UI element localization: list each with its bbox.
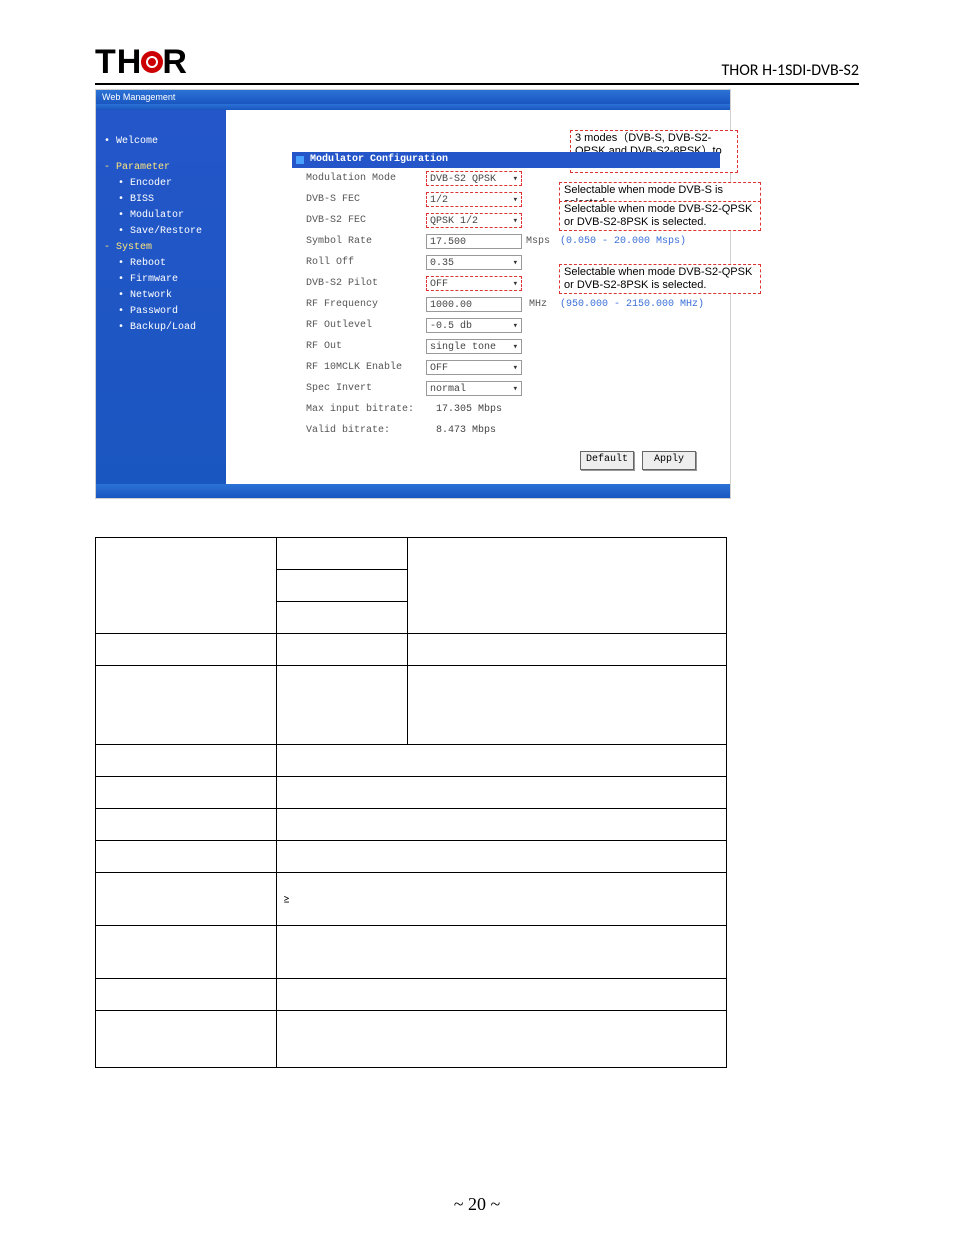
select-rf-outlevel[interactable]: -0.5 db xyxy=(426,318,522,333)
default-button[interactable]: Default xyxy=(580,451,634,470)
label-rf-freq: RF Frequency xyxy=(292,299,426,310)
cell-symrate-l: Symbol rate xyxy=(96,634,277,666)
hint-rf-freq: (950.000 - 2150.000 MHz) xyxy=(554,297,704,312)
logo-text-l: TH xyxy=(95,45,142,79)
select-mod-mode[interactable]: DVB-S2 QPSK xyxy=(426,171,522,186)
sidebar-item-firmware[interactable]: Firmware xyxy=(104,272,226,288)
label-pilot: DVB-S2 Pilot xyxy=(292,278,426,289)
select-spec-invert[interactable]: normal xyxy=(426,381,522,396)
cell-rfmain-l: RF Main out xyxy=(96,841,277,873)
select-10mclk[interactable]: OFF xyxy=(426,360,522,375)
cell-rffreq-l: RF frequency xyxy=(96,777,277,809)
sidebar: Welcome Parameter Encoder BISS Modulator… xyxy=(96,110,226,484)
sidebar-item-backup-load[interactable]: Backup/Load xyxy=(104,320,226,336)
label-dvbs-fec: DVB-S FEC xyxy=(292,194,426,205)
cell-fec-1: DVB-S: 1/2,2/3,3/4,5/6,7/8 xyxy=(277,666,408,745)
select-rf-out[interactable]: single tone xyxy=(426,339,522,354)
cell-mer-l: MER xyxy=(96,873,277,926)
cell-rfmon-v: L-Band, F type, -50 ~ -20dBm (depending … xyxy=(277,926,727,979)
page-number: ~ 20 ~ xyxy=(0,1194,954,1215)
cell-ctrl-v: Local control via LCD + Keys; Remote con… xyxy=(277,1011,727,1068)
sidebar-item-password[interactable]: Password xyxy=(104,304,226,320)
cell-fec-2: DVB-S2:1/2, 3/5, 2/3, 3/4, 4/5, 5/6, 8/9… xyxy=(408,666,727,745)
brand-logo: TH R xyxy=(95,45,188,79)
label-valid-bitrate: Valid bitrate: xyxy=(292,425,436,436)
apply-button[interactable]: Apply xyxy=(642,451,696,470)
cell-rfout-v: -30 ~ 0dBm xyxy=(277,809,727,841)
cell-rfmain-v: L-Band F type xyxy=(277,841,727,873)
cell-dvbs2-1: DVB-S2 xyxy=(277,570,408,602)
input-symbol-rate[interactable]: 17.500 xyxy=(426,234,522,249)
label-symbol-rate: Symbol Rate xyxy=(292,236,426,247)
cell-dvbs2-2: DVB-S2 xyxy=(277,602,408,634)
sidebar-group-parameter[interactable]: Parameter xyxy=(104,160,226,176)
cell-10m-l: 10M reference input xyxy=(96,979,277,1011)
model-label: THOR H-1SDI-DVB-S2 xyxy=(721,63,859,79)
sidebar-item-biss[interactable]: BISS xyxy=(104,192,226,208)
web-ui-screenshot: Web Management Welcome Parameter Encoder… xyxy=(95,89,731,499)
unit-mhz: MHz xyxy=(522,297,554,312)
cell-rolloff-l: Roll off xyxy=(96,745,277,777)
label-rf-out: RF Out xyxy=(292,341,426,352)
value-valid-bitrate: 8.473 Mbps xyxy=(436,425,496,436)
cell-mod-std: Modulation Standard xyxy=(96,538,277,634)
value-max-bitrate: 17.305 Mbps xyxy=(436,404,502,415)
sidebar-item-network[interactable]: Network xyxy=(104,288,226,304)
sidebar-item-modulator[interactable]: Modulator xyxy=(104,208,226,224)
label-max-bitrate: Max input bitrate: xyxy=(292,404,436,415)
hint-symbol-rate: (0.050 - 20.000 Msps) xyxy=(554,234,686,249)
cell-rfout-l: RF output level xyxy=(96,809,277,841)
cell-rolloff-v: 0.25/0.35 xyxy=(277,745,727,777)
label-rf-outlevel: RF Outlevel xyxy=(292,320,426,331)
panel-title: Modulator Configuration xyxy=(292,152,720,168)
label-dvbs2-fec: DVB-S2 FEC xyxy=(292,215,426,226)
label-10mclk: RF 10MCLK Enable xyxy=(292,362,426,373)
cell-qpsk: QPSK xyxy=(408,538,727,634)
cell-ctrl-l: Control xyxy=(96,1011,277,1068)
spec-table: Modulation Standard DVB-S QPSK DVB-S2 DV… xyxy=(95,537,727,1068)
cell-symrate-1: 0.05M~20Msps xyxy=(277,634,408,666)
select-dvbs2-fec[interactable]: QPSK 1/2 xyxy=(426,213,522,228)
sidebar-group-system[interactable]: System xyxy=(104,240,226,256)
browser-tab: Web Management xyxy=(96,90,730,104)
unit-msps: Msps xyxy=(522,234,554,249)
gear-icon xyxy=(141,51,163,73)
label-spec-invert: Spec Invert xyxy=(292,383,426,394)
cell-mer-v: ≥ ≥ 40 db xyxy=(277,873,727,926)
cell-rfmon-l: RF Monitor out xyxy=(96,926,277,979)
cell-symrate-2: 0.05M~20Msps xyxy=(408,634,727,666)
label-mod-mode: Modulation Mode xyxy=(292,173,426,184)
cell-fec-l: FEC xyxy=(96,666,277,745)
sidebar-item-encoder[interactable]: Encoder xyxy=(104,176,226,192)
sidebar-item-welcome[interactable]: Welcome xyxy=(104,134,226,150)
select-roll-off[interactable]: 0.35 xyxy=(426,255,522,270)
cell-10m-v: BNC Type xyxy=(277,979,727,1011)
sidebar-item-save-restore[interactable]: Save/Restore xyxy=(104,224,226,240)
cell-dvbs: DVB-S xyxy=(277,538,408,570)
cell-rffreq-v: 950~2150MHz xyxy=(277,777,727,809)
input-rf-freq[interactable]: 1000.00 xyxy=(426,297,522,312)
select-pilot[interactable]: OFF xyxy=(426,276,522,291)
sidebar-item-reboot[interactable]: Reboot xyxy=(104,256,226,272)
logo-text-r: R xyxy=(162,45,188,79)
select-dvbs-fec[interactable]: 1/2 xyxy=(426,192,522,207)
label-roll-off: Roll Off xyxy=(292,257,426,268)
